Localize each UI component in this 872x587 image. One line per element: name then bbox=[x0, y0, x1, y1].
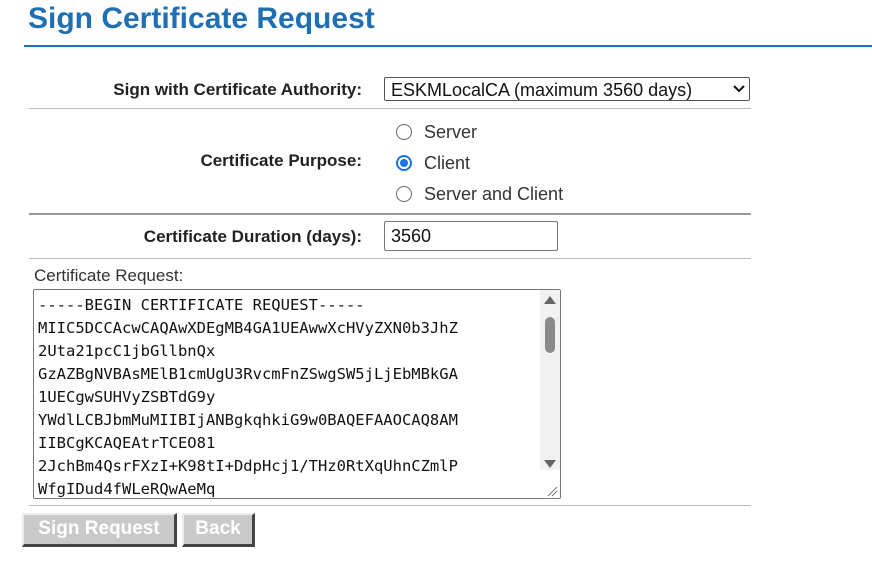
purpose-option-client[interactable]: Client bbox=[396, 152, 470, 174]
row-divider bbox=[29, 108, 751, 109]
purpose-option-label: Server and Client bbox=[424, 183, 564, 204]
ca-label: Sign with Certificate Authority: bbox=[113, 80, 362, 99]
row-divider bbox=[29, 258, 751, 259]
purpose-option-server[interactable]: Server bbox=[396, 121, 477, 143]
scroll-down-arrow-icon[interactable] bbox=[544, 460, 556, 468]
title-divider bbox=[24, 45, 872, 47]
duration-label: Certificate Duration (days): bbox=[143, 227, 362, 246]
radio-client[interactable] bbox=[396, 155, 412, 171]
row-divider bbox=[29, 213, 751, 215]
radio-server[interactable] bbox=[396, 124, 412, 140]
request-textarea[interactable]: -----BEGIN CERTIFICATE REQUEST----- MIIC… bbox=[33, 289, 561, 499]
row-divider bbox=[29, 505, 751, 506]
request-label: Certificate Request: bbox=[34, 266, 184, 285]
purpose-label: Certificate Purpose: bbox=[200, 151, 362, 170]
back-button[interactable]: Back bbox=[182, 513, 255, 547]
chevron-down-icon bbox=[733, 78, 745, 102]
purpose-option-label: Client bbox=[424, 152, 471, 173]
purpose-option-label: Server bbox=[424, 121, 478, 142]
sign-request-button[interactable]: Sign Request bbox=[22, 513, 177, 547]
ca-select[interactable]: ESKMLocalCA (maximum 3560 days) bbox=[384, 77, 750, 101]
duration-input[interactable]: 3560 bbox=[384, 221, 558, 251]
ca-select-value: ESKMLocalCA (maximum 3560 days) bbox=[391, 80, 693, 100]
request-scrollbar[interactable] bbox=[540, 290, 560, 470]
resize-grip-icon[interactable] bbox=[546, 484, 558, 497]
scroll-thumb[interactable] bbox=[545, 317, 555, 353]
sign-certificate-page: Sign Certificate Request Sign with Certi… bbox=[0, 0, 872, 587]
scroll-up-arrow-icon[interactable] bbox=[544, 296, 556, 304]
purpose-option-server-and-client[interactable]: Server and Client bbox=[396, 183, 563, 205]
radio-server-and-client[interactable] bbox=[396, 186, 412, 202]
request-text: -----BEGIN CERTIFICATE REQUEST----- MIIC… bbox=[38, 296, 458, 498]
page-title: Sign Certificate Request bbox=[28, 2, 375, 35]
